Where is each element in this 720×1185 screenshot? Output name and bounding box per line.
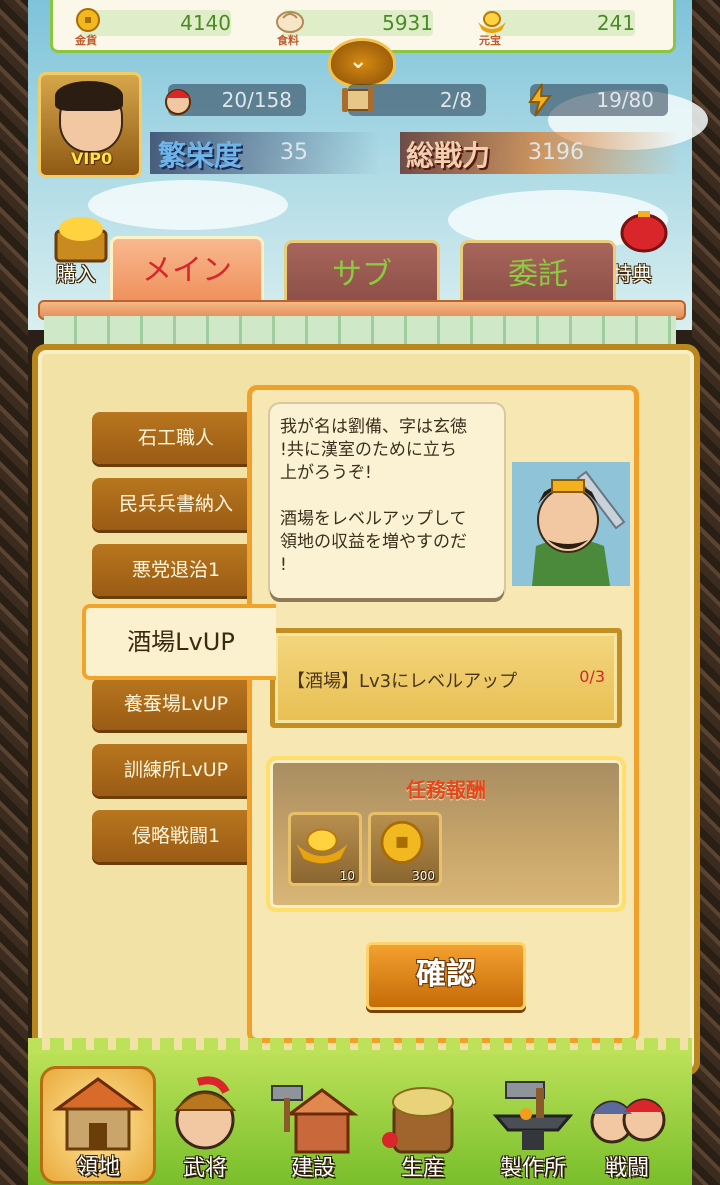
tab-sub[interactable]: サブ bbox=[284, 240, 440, 307]
general-icon bbox=[173, 1076, 237, 1150]
reward-count: 10 bbox=[339, 869, 355, 883]
troops-stat[interactable]: 20/158 bbox=[165, 84, 306, 116]
troops-value: 20/158 bbox=[221, 88, 292, 112]
energy-stat[interactable]: 19/80 bbox=[528, 83, 668, 117]
nav-label: 領地 bbox=[75, 1155, 120, 1180]
quest-item[interactable]: 悪党退治1 bbox=[92, 544, 260, 596]
resource-food: 5931 食料 bbox=[273, 6, 443, 47]
resource-ingot: 241 元宝 bbox=[475, 6, 645, 47]
gold-label: 金貨 bbox=[75, 34, 97, 47]
grain-barrel-icon bbox=[382, 1087, 454, 1154]
nav-production[interactable]: 生産 bbox=[368, 1070, 478, 1182]
nav-label: 生産 bbox=[400, 1156, 445, 1181]
prosperity-value: 35 bbox=[280, 140, 308, 165]
prosperity-banner: 繁栄度 35 bbox=[150, 132, 380, 174]
nav-battle[interactable]: 戦闘 bbox=[572, 1070, 682, 1182]
prosperity-label: 繁栄度 bbox=[158, 139, 243, 172]
chevron-down-icon: ⌄ bbox=[349, 49, 368, 74]
power-label: 総戦力 bbox=[406, 139, 491, 172]
avatar-hair bbox=[55, 81, 123, 111]
confirm-button[interactable]: 確認 bbox=[366, 942, 526, 1010]
dialog-bubble: 我が名は劉備、字は玄徳 !共に漢室のために立ち 上がろうぞ! 酒場をレベルアップ… bbox=[270, 404, 504, 598]
lightning-icon bbox=[528, 83, 552, 117]
territory-icon bbox=[52, 1077, 144, 1151]
warriors-icon bbox=[590, 1098, 666, 1144]
nav-build[interactable]: 建設 bbox=[258, 1070, 368, 1182]
nav-general[interactable]: 武将 bbox=[150, 1070, 260, 1182]
gold-value: 4140 bbox=[180, 11, 231, 35]
quest-item[interactable]: 石工職人 bbox=[92, 412, 260, 464]
power-banner: 総戦力 3196 bbox=[400, 132, 680, 174]
gold-coin-icon bbox=[380, 820, 424, 864]
vip-badge: VIP0 bbox=[71, 149, 113, 168]
anvil-icon bbox=[492, 1081, 574, 1150]
ingot-label: 元宝 bbox=[479, 34, 501, 47]
ingot-icon bbox=[296, 828, 348, 864]
tab-commission[interactable]: 委託 bbox=[460, 240, 616, 307]
quest-item[interactable]: 民兵兵書納入 bbox=[92, 478, 260, 530]
scroll-icon bbox=[342, 88, 374, 112]
resource-gold: 4140 金貨 bbox=[71, 6, 241, 47]
nav-territory[interactable]: 領地 bbox=[40, 1066, 156, 1184]
power-value: 3196 bbox=[528, 140, 584, 165]
quest-item[interactable]: 養蚕場LvUP bbox=[92, 678, 260, 730]
hammer-house-icon bbox=[271, 1085, 359, 1154]
quest-item-selected[interactable]: 酒場LvUP bbox=[82, 604, 276, 680]
reward-count: 300 bbox=[412, 869, 435, 883]
left-frame bbox=[0, 0, 28, 1185]
reward-item[interactable]: 300 bbox=[368, 812, 442, 886]
nav-label: 戦闘 bbox=[604, 1156, 649, 1181]
objective-progress: 0/3 bbox=[579, 667, 605, 686]
reward-box: 任務報酬 10 300 bbox=[266, 756, 626, 912]
food-value: 5931 bbox=[382, 11, 433, 35]
food-label: 食料 bbox=[277, 34, 299, 47]
buy-label[interactable]: 購入 bbox=[56, 258, 96, 287]
quest-item[interactable]: 侵略戦闘1 bbox=[92, 810, 260, 862]
ingot-value: 241 bbox=[596, 11, 635, 35]
quest-objective: 【酒場】Lv3にレベルアップ 0/3 bbox=[270, 628, 622, 728]
reward-item[interactable]: 10 bbox=[288, 812, 362, 886]
energy-value: 19/80 bbox=[596, 88, 654, 112]
reward-title: 任務報酬 bbox=[406, 778, 486, 802]
scroll-value: 2/8 bbox=[439, 88, 472, 112]
nav-label: 建設 bbox=[290, 1156, 335, 1181]
hero-portrait bbox=[512, 462, 630, 586]
nav-label: 武将 bbox=[182, 1156, 227, 1181]
objective-text: 【酒場】Lv3にレベルアップ bbox=[287, 671, 518, 692]
scroll-stat[interactable]: 2/8 bbox=[342, 84, 486, 116]
quest-item[interactable]: 訓練所LvUP bbox=[92, 744, 260, 796]
bonus-label[interactable]: 特典 bbox=[612, 258, 652, 287]
helmet-icon bbox=[165, 89, 191, 115]
tab-main[interactable]: メイン bbox=[110, 236, 264, 309]
player-avatar[interactable]: VIP0 bbox=[38, 72, 142, 178]
